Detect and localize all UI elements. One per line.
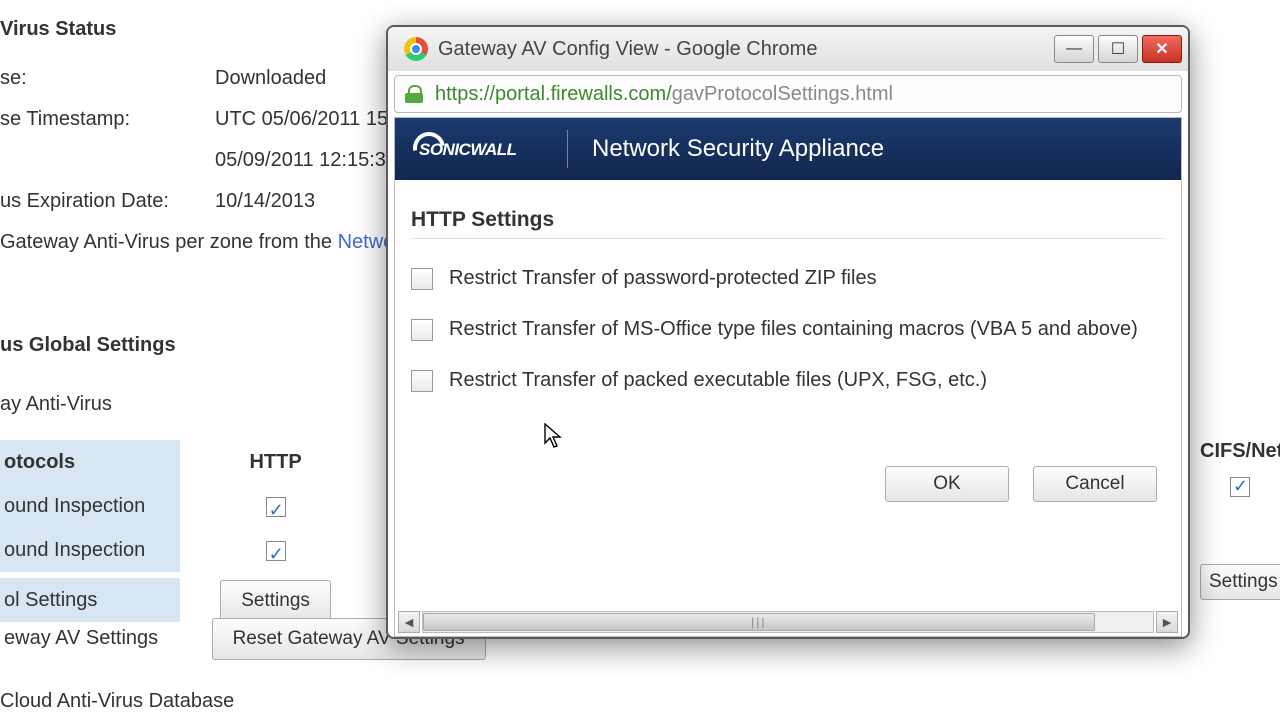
status-label: se Timestamp: (0, 108, 215, 131)
url-origin: https://portal.firewalls.com/ (435, 83, 672, 106)
http-settings-heading: HTTP Settings (411, 208, 1165, 232)
row-label-gateway-av: eway AV Settings (0, 616, 180, 661)
status-value: Downloaded (215, 67, 326, 90)
maximize-button[interactable]: ☐ (1098, 35, 1138, 63)
appliance-title: Network Security Appliance (592, 135, 884, 163)
restrict-office-checkbox[interactable] (411, 319, 433, 341)
sonicwall-header: SONICWALL Network Security Appliance (395, 118, 1181, 180)
row-label-outbound: ound Inspection (0, 528, 180, 573)
enable-av-label: ay Anti-Virus (0, 393, 176, 416)
option-row-office-macros: Restrict Transfer of MS-Office type file… (411, 318, 1165, 341)
option-row-packed-exe: Restrict Transfer of packed executable f… (411, 369, 1165, 392)
url-path: gavProtocolSettings.html (672, 83, 893, 106)
chrome-popup-window: Gateway AV Config View - Google Chrome —… (386, 25, 1190, 639)
status-label: se: (0, 67, 215, 90)
restrict-packed-label: Restrict Transfer of packed executable f… (449, 369, 987, 392)
zone-note-text: Gateway Anti-Virus per zone from the (0, 231, 338, 253)
cifs-inbound-checkbox[interactable] (1230, 477, 1250, 497)
restrict-zip-label: Restrict Transfer of password-protected … (449, 267, 877, 290)
status-value: 05/09/2011 12:15:30. (215, 149, 403, 172)
lock-icon (405, 85, 423, 103)
minimize-button[interactable]: — (1054, 35, 1094, 63)
window-title: Gateway AV Config View - Google Chrome (438, 38, 1054, 61)
status-value: 10/14/2013 (215, 190, 315, 213)
cloud-av-label: Cloud Anti-Virus Database (0, 690, 486, 713)
chrome-icon (404, 37, 428, 61)
cifs-column: CIFS/Netl Settings (1200, 440, 1280, 600)
option-row-zip: Restrict Transfer of password-protected … (411, 267, 1165, 290)
outbound-http-checkbox[interactable] (266, 541, 286, 561)
col-header-http: HTTP (186, 440, 366, 484)
scroll-thumb[interactable]: ||| (423, 613, 1095, 631)
inbound-http-checkbox[interactable] (266, 497, 286, 517)
popup-content: SONICWALL Network Security Appliance HTT… (394, 117, 1182, 637)
restrict-packed-checkbox[interactable] (411, 370, 433, 392)
cancel-button[interactable]: Cancel (1033, 466, 1157, 502)
restrict-office-label: Restrict Transfer of MS-Office type file… (449, 318, 1138, 341)
ok-button[interactable]: OK (885, 466, 1009, 502)
window-titlebar[interactable]: Gateway AV Config View - Google Chrome —… (388, 27, 1188, 71)
cifs-settings-button[interactable]: Settings (1200, 564, 1280, 600)
row-label-inbound: ound Inspection (0, 484, 180, 529)
section-heading-global-settings: us Global Settings (0, 334, 176, 357)
scroll-right-button[interactable]: ► (1156, 611, 1178, 633)
scroll-left-button[interactable]: ◄ (398, 611, 420, 633)
restrict-zip-checkbox[interactable] (411, 268, 433, 290)
heading-divider (411, 238, 1165, 239)
status-label: us Expiration Date: (0, 190, 215, 213)
status-label (0, 149, 215, 172)
col-header-protocols: otocols (0, 440, 180, 485)
header-divider (567, 130, 568, 168)
close-button[interactable]: ✕ (1142, 35, 1182, 63)
sonicwall-logo: SONICWALL (413, 134, 543, 164)
horizontal-scrollbar[interactable]: ◄ ||| ► (398, 611, 1178, 633)
scroll-track[interactable]: ||| (422, 611, 1154, 633)
address-bar[interactable]: https://portal.firewalls.com/gavProtocol… (394, 75, 1182, 113)
col-header-cifs: CIFS/Netl (1200, 440, 1280, 463)
